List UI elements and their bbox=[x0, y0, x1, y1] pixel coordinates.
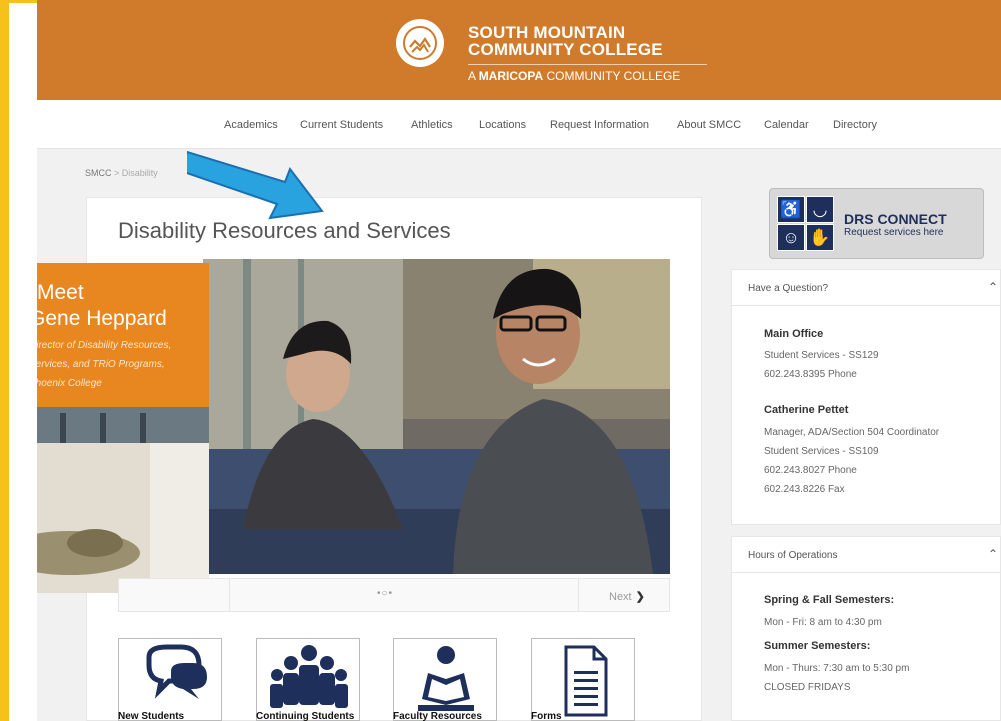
slider-next-label: Next bbox=[609, 591, 632, 603]
affiliation-suffix: COMMUNITY COLLEGE bbox=[546, 69, 681, 83]
question-panel-header[interactable]: Have a Question? ⌃ bbox=[732, 270, 1001, 306]
yellow-frame-border bbox=[0, 0, 9, 721]
question-panel: Have a Question? ⌃ Main Office Student S… bbox=[731, 269, 1001, 525]
site-banner: SOUTH MOUNTAIN COMMUNITY COLLEGE A MARIC… bbox=[37, 0, 1001, 100]
collapse-caret-icon[interactable]: ⌃ bbox=[988, 547, 998, 561]
slider-divider-right bbox=[578, 579, 579, 611]
tile-continuing-students[interactable] bbox=[256, 638, 360, 721]
hours-panel-title: Hours of Operations bbox=[748, 550, 838, 561]
contact-fax: 602.243.8226 Fax bbox=[764, 484, 845, 495]
slide-person-role-3: Phoenix College bbox=[37, 378, 102, 389]
contact-phone: 602.243.8027 Phone bbox=[764, 465, 857, 476]
spring-fall-heading: Spring & Fall Semesters: bbox=[764, 594, 895, 606]
tile-label-continuing-students[interactable]: Continuing Students bbox=[256, 711, 354, 721]
main-nav: Academics Current Students Athletics Loc… bbox=[37, 100, 1001, 149]
tile-label-new-students[interactable]: New Students bbox=[118, 711, 184, 721]
slide-photo bbox=[203, 259, 670, 574]
slide-person-role-2: Services, and TRiO Programs, bbox=[37, 359, 165, 370]
nav-athletics[interactable]: Athletics bbox=[411, 119, 453, 131]
drs-connect-button[interactable]: ♿ ◡ ☺ ✋ DRS CONNECT Request services her… bbox=[769, 188, 984, 259]
nav-about-smcc[interactable]: About SMCC bbox=[677, 119, 741, 131]
closed-fridays: CLOSED FRIDAYS bbox=[764, 682, 851, 693]
collapse-caret-icon[interactable]: ⌃ bbox=[988, 280, 998, 294]
nav-calendar[interactable]: Calendar bbox=[764, 119, 809, 131]
nav-request-information[interactable]: Request Information bbox=[550, 119, 649, 131]
slide-person-name: Gene Heppard bbox=[37, 307, 167, 330]
students-photo-image bbox=[203, 259, 670, 574]
nav-directory[interactable]: Directory bbox=[833, 119, 877, 131]
drs-connect-subtitle: Request services here bbox=[844, 227, 944, 238]
document-icon bbox=[564, 645, 608, 717]
main-office-heading: Main Office bbox=[764, 328, 824, 340]
summer-heading: Summer Semesters: bbox=[764, 640, 871, 652]
chevron-right-icon: ❯ bbox=[635, 591, 645, 603]
slide-person-role-1: Director of Disability Resources, bbox=[37, 340, 172, 351]
question-panel-title: Have a Question? bbox=[748, 283, 829, 294]
college-name-line1: SOUTH MOUNTAIN bbox=[468, 23, 626, 42]
breadcrumb-current: > Disability bbox=[114, 168, 158, 178]
tile-faculty-resources[interactable] bbox=[393, 638, 497, 721]
drs-connect-title: DRS CONNECT bbox=[844, 211, 947, 227]
spring-fall-hours: Mon - Fri: 8 am to 4:30 pm bbox=[764, 617, 882, 628]
nav-academics[interactable]: Academics bbox=[224, 119, 278, 131]
featured-slide-card[interactable]: Meet Gene Heppard Director of Disability… bbox=[37, 263, 209, 593]
affiliation-prefix: A bbox=[468, 69, 476, 83]
slider-next-button[interactable]: Next ❯ bbox=[609, 590, 645, 603]
college-logo[interactable] bbox=[396, 19, 444, 67]
web-page: SOUTH MOUNTAIN COMMUNITY COLLEGE A MARIC… bbox=[37, 0, 1001, 721]
college-name: SOUTH MOUNTAIN COMMUNITY COLLEGE bbox=[468, 24, 663, 58]
wheelchair-icon: ♿ bbox=[777, 196, 805, 223]
contact-location: Student Services - SS109 bbox=[764, 446, 879, 457]
header-divider bbox=[468, 64, 707, 65]
hearing-icon: ◡ bbox=[806, 196, 834, 223]
nav-current-students[interactable]: Current Students bbox=[300, 119, 383, 131]
breadcrumb: SMCC > Disability bbox=[85, 168, 158, 178]
main-office-location: Student Services - SS129 bbox=[764, 350, 879, 361]
hours-panel: Hours of Operations ⌃ Spring & Fall Seme… bbox=[731, 536, 1001, 721]
summer-hours: Mon - Thurs: 7:30 am to 5:30 pm bbox=[764, 663, 910, 674]
tile-label-forms[interactable]: Forms bbox=[531, 711, 562, 721]
breadcrumb-home[interactable]: SMCC bbox=[85, 168, 112, 178]
slider-nav: •○• Next ❯ bbox=[118, 578, 670, 612]
college-affiliation: A MARICOPA COMMUNITY COLLEGE bbox=[468, 69, 680, 83]
annotation-arrow bbox=[187, 150, 324, 220]
group-icon bbox=[270, 645, 348, 708]
tile-forms[interactable] bbox=[531, 638, 635, 721]
main-office-phone: 602.243.8395 Phone bbox=[764, 369, 857, 380]
college-name-line2: COMMUNITY COLLEGE bbox=[468, 40, 663, 59]
reader-icon bbox=[418, 646, 474, 711]
affiliation-bold: MARICOPA bbox=[478, 69, 544, 83]
yellow-frame-top bbox=[0, 0, 37, 3]
accessibility-icons: ♿ ◡ ☺ ✋ bbox=[777, 196, 835, 252]
contact-name: Catherine Pettet bbox=[764, 404, 849, 416]
sign-language-icon: ✋ bbox=[806, 224, 834, 251]
nav-locations[interactable]: Locations bbox=[479, 119, 526, 131]
slide-meet: Meet bbox=[37, 281, 84, 304]
tile-new-students[interactable] bbox=[118, 638, 222, 721]
slider-dots[interactable]: •○• bbox=[377, 588, 393, 599]
speech-bubbles-icon bbox=[146, 644, 207, 699]
mountain-logo-icon bbox=[403, 26, 437, 60]
contact-role: Manager, ADA/Section 504 Coordinator bbox=[764, 427, 940, 438]
tile-label-faculty-resources[interactable]: Faculty Resources bbox=[393, 711, 482, 721]
hours-panel-header[interactable]: Hours of Operations ⌃ bbox=[732, 537, 1001, 573]
slider-divider-left bbox=[229, 579, 230, 611]
blind-walker-icon: ☺ bbox=[777, 224, 805, 251]
